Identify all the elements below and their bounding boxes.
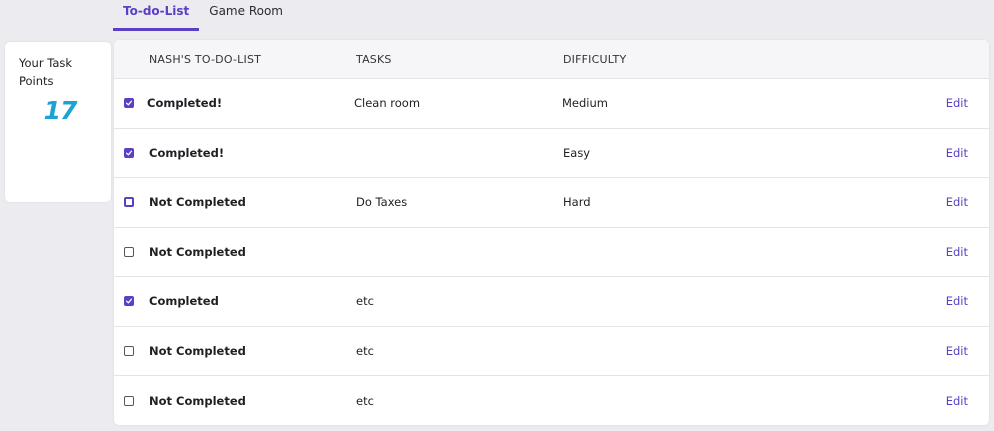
table-row: Not Completed etc Edit	[114, 376, 989, 425]
edit-link[interactable]: Edit	[946, 129, 968, 178]
edit-link[interactable]: Edit	[946, 178, 968, 227]
table-row: Completed etc Edit	[114, 277, 989, 327]
table-body: Completed! Clean room Medium Edit Completed!…	[114, 79, 989, 425]
task-checkbox[interactable]	[124, 345, 134, 356]
task-checkbox[interactable]	[124, 296, 134, 307]
task-name: etc	[356, 294, 374, 309]
tab-game-room[interactable]: Game Room	[199, 0, 293, 31]
task-status: Not Completed	[149, 244, 246, 259]
column-header-tasks: TASKS	[356, 53, 392, 66]
task-difficulty: Medium	[562, 96, 608, 111]
task-points-label: Your Task Points	[19, 56, 73, 88]
edit-link[interactable]: Edit	[946, 327, 968, 376]
task-difficulty: Hard	[563, 195, 591, 210]
table-row: Completed! Easy Edit	[114, 129, 989, 178]
task-difficulty: Easy	[563, 145, 591, 160]
edit-link[interactable]: Edit	[946, 277, 968, 326]
table-row: Not Completed Do Taxes Hard Edit	[114, 178, 989, 228]
task-status: Not Completed	[149, 343, 246, 358]
task-checkbox[interactable]	[124, 395, 134, 406]
edit-link[interactable]: Edit	[946, 79, 968, 128]
table-row: Completed! Clean room Medium Edit	[114, 79, 989, 129]
task-status: Not Completed	[149, 393, 246, 408]
checkmark-icon	[125, 298, 133, 304]
task-checkbox[interactable]	[124, 147, 134, 158]
task-points-card: Your Task Points 17	[5, 42, 111, 202]
task-checkbox[interactable]	[124, 197, 134, 208]
checkmark-icon	[125, 150, 133, 156]
task-status: Completed	[149, 294, 219, 309]
task-checkbox[interactable]	[124, 246, 134, 257]
edit-link[interactable]: Edit	[946, 376, 968, 425]
task-points-value: 17	[43, 96, 78, 125]
checkmark-icon	[125, 100, 133, 106]
table-row: Not Completed Edit	[114, 228, 989, 277]
task-status: Completed!	[147, 96, 223, 111]
table-header: NASH'S TO-DO-LIST TASKS DIFFICULTY	[114, 40, 989, 79]
task-name: Do Taxes	[356, 195, 408, 210]
task-checkbox[interactable]	[124, 98, 134, 109]
task-status: Not Completed	[149, 195, 246, 210]
task-name: Clean room	[354, 96, 421, 111]
column-header-difficulty: DIFFICULTY	[563, 53, 627, 66]
task-name: etc	[356, 343, 374, 358]
table-row: Not Completed etc Edit	[114, 327, 989, 376]
todo-table: NASH'S TO-DO-LIST TASKS DIFFICULTY Compl…	[114, 40, 989, 425]
tab-bar: To-do-List Game Room	[113, 0, 293, 31]
column-header-name: NASH'S TO-DO-LIST	[149, 53, 262, 66]
edit-link[interactable]: Edit	[946, 228, 968, 277]
task-name: etc	[356, 393, 374, 408]
tab-to-do-list[interactable]: To-do-List	[113, 0, 200, 31]
task-status: Completed!	[149, 145, 225, 160]
